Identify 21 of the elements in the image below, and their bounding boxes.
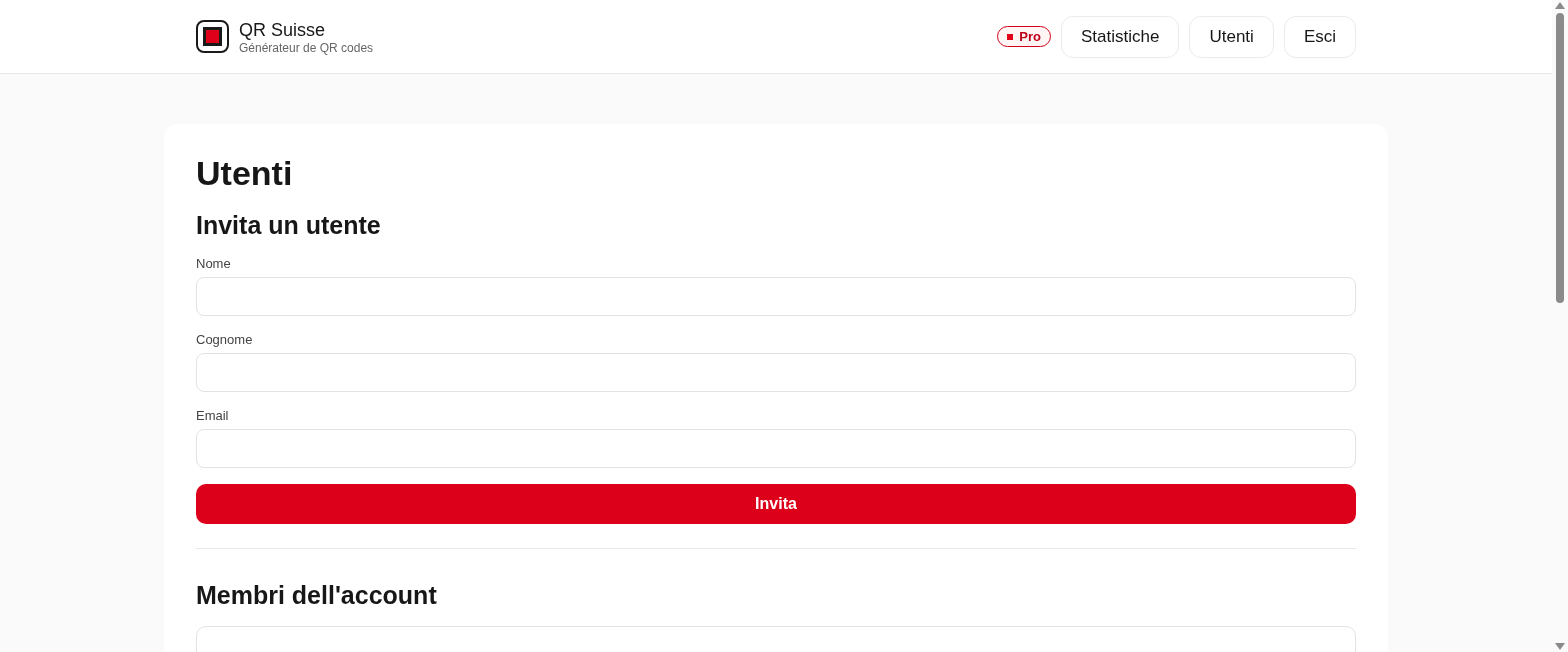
brand-title: QR Suisse xyxy=(239,18,327,41)
field-label: Email xyxy=(196,408,230,423)
input-field[interactable] xyxy=(196,277,1356,316)
invite-button[interactable]: Invita xyxy=(196,484,1356,524)
arrow-up-icon[interactable] xyxy=(1555,2,1565,9)
page-title: Utenti xyxy=(196,154,294,193)
section-heading: Invita un utente xyxy=(196,211,382,240)
field-label: Cognome xyxy=(196,332,254,347)
arrow-down-icon[interactable] xyxy=(1555,643,1565,650)
input-field[interactable] xyxy=(196,429,1356,468)
scrollbar[interactable] xyxy=(1552,0,1568,652)
nav-button[interactable]: Statistiche xyxy=(1061,15,1180,58)
logo-icon xyxy=(196,20,229,53)
nav-button[interactable]: Utenti xyxy=(1189,15,1274,58)
brand-subtitle: Générateur de QR codes xyxy=(239,40,374,55)
plan-badge: Pro xyxy=(997,26,1051,47)
nav-button[interactable]: Esci xyxy=(1283,15,1356,58)
input-field[interactable] xyxy=(196,353,1356,392)
scrollbar-thumb[interactable] xyxy=(1556,13,1564,303)
field-label: Nome xyxy=(196,256,232,271)
section-heading: Membri dell'account xyxy=(196,581,438,610)
